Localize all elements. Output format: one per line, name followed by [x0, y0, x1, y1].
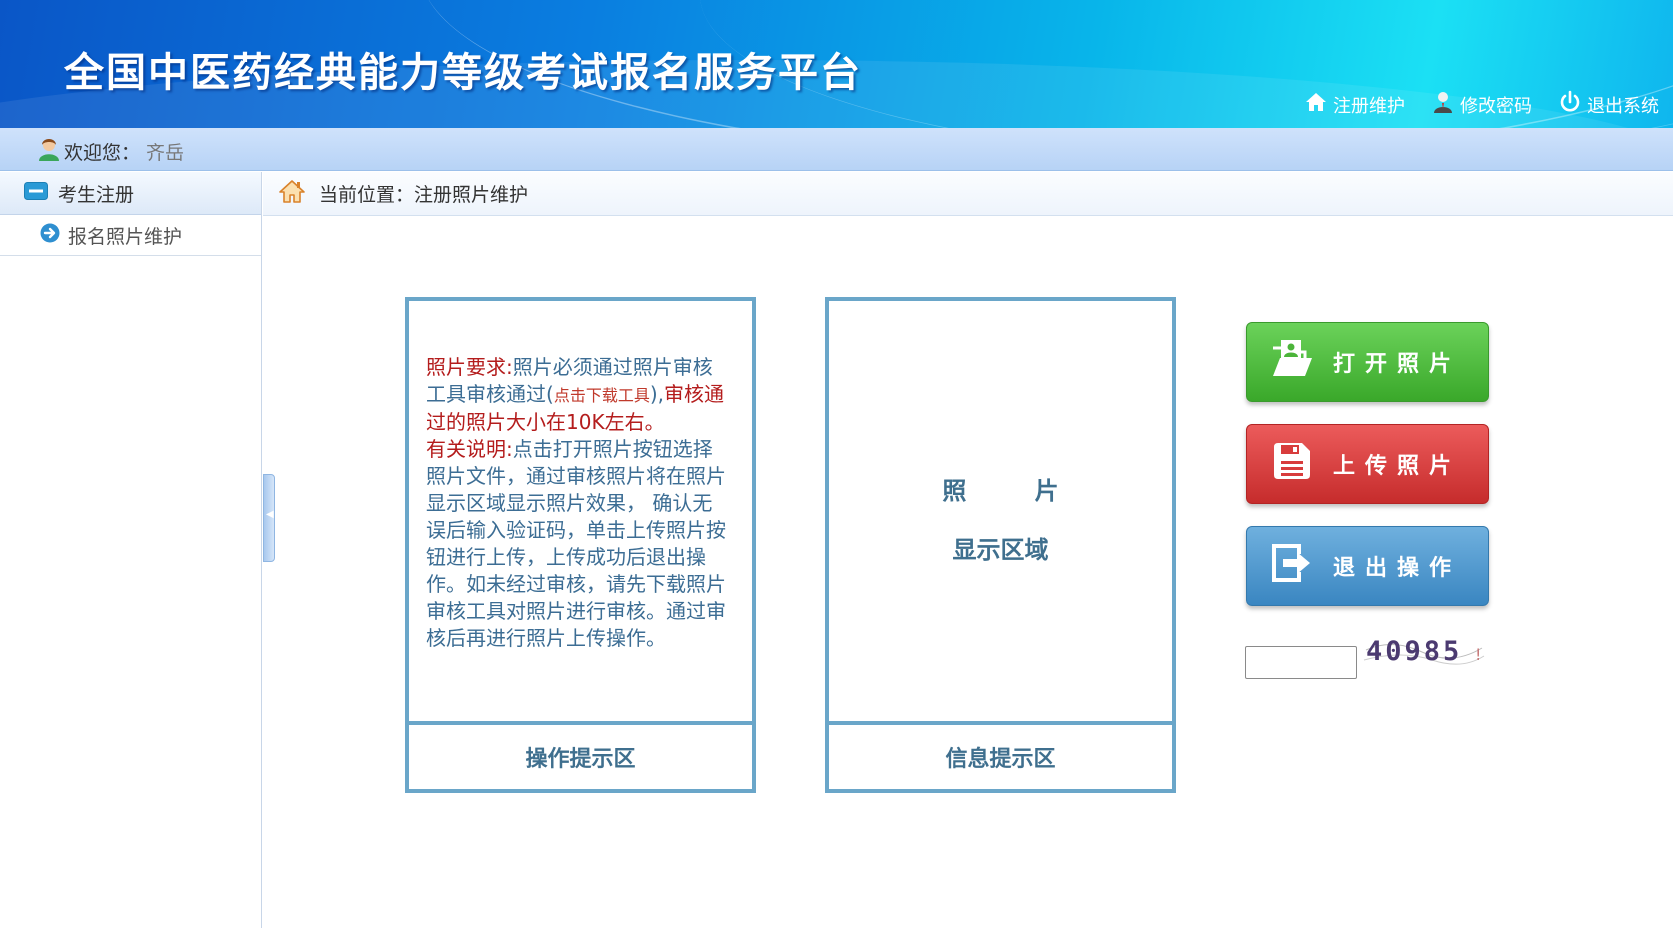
header-banner: 全国中医药经典能力等级考试报名服务平台 注册维护 修改密码 退出系统	[0, 0, 1673, 128]
header-links: 注册维护 修改密码 退出系统	[1304, 90, 1659, 119]
save-icon	[1269, 438, 1315, 490]
operation-hint-body: 照片要求:照片必须通过照片审核工具审核通过(点击下载工具),审核通过的照片大小在…	[409, 301, 752, 725]
power-icon	[1558, 90, 1582, 119]
note-title: 有关说明:	[426, 437, 513, 461]
minus-box-icon	[24, 181, 48, 205]
user-avatar-icon	[38, 137, 60, 166]
exit-operation-label: 退出操作	[1333, 556, 1462, 581]
upload-photo-label: 上传照片	[1333, 454, 1462, 479]
requirement-title: 照片要求:	[426, 355, 513, 379]
register-maintain-link[interactable]: 注册维护	[1304, 90, 1405, 119]
sidebar: 考生注册 报名照片维护	[0, 172, 262, 928]
operation-hint-text: 照片要求:照片必须通过照片审核工具审核通过(点击下载工具),审核通过的照片大小在…	[426, 354, 732, 652]
photo-display-area: 照 片 显示区域	[829, 301, 1172, 725]
open-photo-button[interactable]: 打开照片	[1246, 322, 1489, 402]
operation-hint-footer: 操作提示区	[525, 747, 636, 772]
site-title: 全国中医药经典能力等级考试报名服务平台	[64, 50, 862, 96]
exit-operation-button[interactable]: 退出操作	[1246, 526, 1489, 606]
sidebar-item-photo-maintain[interactable]: 报名照片维护	[0, 215, 261, 256]
change-password-label: 修改密码	[1460, 95, 1532, 117]
welcome-label: 欢迎您：	[64, 142, 141, 164]
captcha-code: 40985	[1366, 636, 1462, 667]
photo-placeholder-line2: 显示区域	[952, 536, 1049, 564]
user-name: 齐岳	[146, 142, 185, 164]
sidebar-group-label: 考生注册	[58, 183, 135, 206]
breadcrumb-prefix: 当前位置：	[319, 184, 415, 206]
breadcrumb: 当前位置：注册照片维护	[263, 172, 1673, 216]
sidebar-collapse-toggle[interactable]: ◀	[263, 474, 275, 562]
breadcrumb-current: 注册照片维护	[414, 184, 529, 206]
logout-link[interactable]: 退出系统	[1558, 90, 1659, 119]
change-password-link[interactable]: 修改密码	[1431, 90, 1532, 119]
exit-icon	[1269, 540, 1315, 592]
sidebar-group-exam-register[interactable]: 考生注册	[0, 172, 261, 215]
home-icon	[279, 179, 305, 208]
arrow-circle-icon	[40, 223, 60, 248]
logout-label: 退出系统	[1587, 95, 1659, 117]
captcha-image[interactable]: 40985 !	[1362, 630, 1486, 670]
upload-photo-button[interactable]: 上传照片	[1246, 424, 1489, 504]
breadcrumb-text: 当前位置：注册照片维护	[319, 180, 528, 207]
photo-placeholder-line1: 照 片	[942, 477, 1059, 505]
register-maintain-label: 注册维护	[1333, 95, 1405, 117]
info-hint-footer: 信息提示区	[945, 747, 1056, 772]
info-hint-panel: 照 片 显示区域 信息提示区	[825, 297, 1176, 793]
download-tool-link[interactable]: 点击下载工具	[554, 386, 650, 405]
photo-placeholder: 照 片 显示区域	[829, 471, 1172, 565]
user-icon	[1431, 90, 1455, 119]
home-icon	[1304, 90, 1328, 119]
captcha-noise: !	[1475, 645, 1481, 664]
open-photo-label: 打开照片	[1333, 352, 1462, 377]
operation-hint-panel: 照片要求:照片必须通过照片审核工具审核通过(点击下载工具),审核通过的照片大小在…	[405, 297, 756, 793]
requirement-text-2: ),	[649, 382, 664, 406]
chevron-left-icon: ◀	[266, 509, 274, 520]
sidebar-item-label: 报名照片维护	[68, 225, 183, 248]
welcome-message: 欢迎您： 齐岳	[38, 137, 184, 166]
captcha-input[interactable]	[1245, 646, 1357, 679]
note-text: 点击打开照片按钮选择照片文件，通过审核照片将在照片显示区域显示照片效果， 确认无…	[426, 437, 726, 650]
folder-photo-icon	[1269, 336, 1315, 388]
welcome-bar: 欢迎您： 齐岳	[0, 128, 1673, 171]
